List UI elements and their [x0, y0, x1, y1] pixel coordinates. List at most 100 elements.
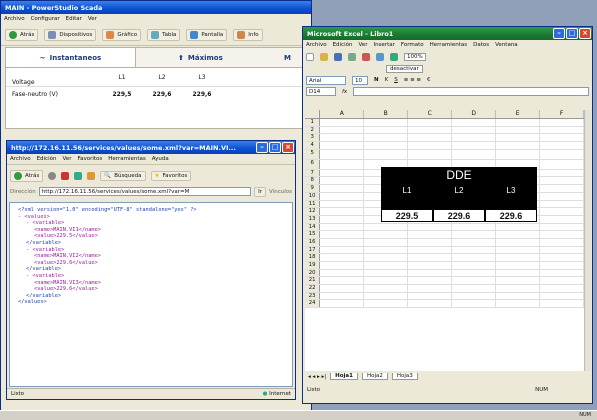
- cell[interactable]: [364, 126, 409, 134]
- cell[interactable]: [408, 119, 453, 126]
- menu-insertar[interactable]: Insertar: [373, 42, 394, 48]
- sheet-nav-arrows[interactable]: ◂ ◂ ▸ ▸|: [308, 374, 326, 380]
- cell[interactable]: [540, 269, 584, 277]
- cell[interactable]: [452, 149, 497, 159]
- row-header[interactable]: 12: [305, 208, 321, 215]
- cell[interactable]: [496, 277, 541, 285]
- cell[interactable]: [320, 238, 365, 246]
- cell[interactable]: [320, 246, 365, 254]
- cell[interactable]: [496, 126, 541, 134]
- menu-edicion[interactable]: Edición: [333, 42, 353, 48]
- cell[interactable]: [320, 269, 365, 277]
- cell[interactable]: [452, 285, 497, 292]
- cell[interactable]: [496, 142, 541, 149]
- cell[interactable]: [540, 238, 584, 246]
- cell[interactable]: [364, 254, 409, 261]
- row-header[interactable]: 18: [305, 254, 321, 261]
- cell[interactable]: [320, 149, 365, 159]
- cell[interactable]: [496, 300, 541, 308]
- tab-instantaneos[interactable]: ∼ Instantaneos: [6, 48, 136, 67]
- cell[interactable]: [320, 254, 365, 261]
- cell[interactable]: [496, 292, 541, 300]
- row-header[interactable]: 16: [305, 238, 321, 246]
- cell[interactable]: [540, 169, 584, 177]
- excel-titlebar[interactable]: Microsoft Excel - Libro1 – □ ×: [303, 27, 592, 40]
- cell[interactable]: [452, 231, 497, 238]
- row-header[interactable]: 9: [305, 185, 321, 192]
- cell[interactable]: [540, 246, 584, 254]
- menu-herramientas[interactable]: Herramientas: [430, 42, 467, 48]
- cell[interactable]: [320, 134, 365, 142]
- save-icon[interactable]: [334, 52, 342, 61]
- cell[interactable]: [364, 119, 409, 126]
- row-header[interactable]: 23: [305, 292, 321, 300]
- go-button[interactable]: Ir: [254, 186, 266, 197]
- cell[interactable]: [452, 119, 497, 126]
- cell[interactable]: [408, 292, 453, 300]
- cell[interactable]: [452, 277, 497, 285]
- cell[interactable]: [408, 254, 453, 261]
- new-icon[interactable]: [306, 52, 314, 61]
- cell[interactable]: [364, 134, 409, 142]
- cell[interactable]: [496, 246, 541, 254]
- cell[interactable]: [320, 126, 365, 134]
- cut-icon[interactable]: [362, 52, 370, 61]
- row-header[interactable]: 21: [305, 277, 321, 285]
- menu-ver[interactable]: Ver: [62, 156, 71, 162]
- cell[interactable]: [540, 177, 584, 185]
- cell[interactable]: [540, 185, 584, 192]
- open-icon[interactable]: [320, 52, 328, 61]
- zoom-select[interactable]: 100%: [404, 52, 426, 61]
- cell[interactable]: [320, 142, 365, 149]
- cell[interactable]: [540, 142, 584, 149]
- cell[interactable]: [540, 200, 584, 208]
- cell[interactable]: [320, 200, 365, 208]
- forward-icon[interactable]: [48, 171, 57, 180]
- cell[interactable]: [320, 277, 365, 285]
- cell[interactable]: [540, 300, 584, 308]
- column-header[interactable]: C: [408, 110, 453, 118]
- cell[interactable]: [320, 262, 365, 269]
- euro-icon[interactable]: €: [427, 77, 431, 83]
- column-header[interactable]: B: [364, 110, 409, 118]
- row-header[interactable]: 17: [305, 246, 321, 254]
- cell[interactable]: [540, 231, 584, 238]
- cell[interactable]: [452, 126, 497, 134]
- cell[interactable]: [452, 292, 497, 300]
- cell[interactable]: [320, 215, 365, 223]
- dde-value-l2[interactable]: 229.6: [433, 209, 485, 222]
- font-size-select[interactable]: 10: [352, 75, 368, 85]
- minimize-button[interactable]: –: [553, 28, 565, 39]
- cell[interactable]: [320, 185, 365, 192]
- cell[interactable]: [364, 262, 409, 269]
- row-header[interactable]: 4: [305, 142, 321, 149]
- cell[interactable]: [496, 269, 541, 277]
- select-all-corner[interactable]: [305, 110, 321, 118]
- cell[interactable]: [496, 254, 541, 261]
- cell[interactable]: [496, 149, 541, 159]
- cell[interactable]: [320, 159, 365, 169]
- cell[interactable]: [540, 208, 584, 215]
- row-header[interactable]: 11: [305, 200, 321, 208]
- cell[interactable]: [320, 285, 365, 292]
- spreadsheet-grid[interactable]: ABCDEF 1 2 3 4 5 6 7 8 9 10 11 12 13 14 15 16 17 18 19 20 21…: [305, 110, 584, 371]
- menu-archivo[interactable]: Archivo: [10, 156, 31, 162]
- underline-icon[interactable]: S: [394, 77, 398, 83]
- italic-icon[interactable]: K: [385, 77, 389, 83]
- minimize-button[interactable]: –: [256, 142, 268, 153]
- cell[interactable]: [408, 300, 453, 308]
- cell[interactable]: [540, 149, 584, 159]
- cell[interactable]: [364, 269, 409, 277]
- row-header[interactable]: 20: [305, 269, 321, 277]
- row-header[interactable]: 10: [305, 192, 321, 200]
- cell[interactable]: [408, 238, 453, 246]
- cell[interactable]: [496, 285, 541, 292]
- print-icon[interactable]: [348, 52, 356, 61]
- font-select[interactable]: Arial: [306, 75, 346, 85]
- cell[interactable]: [452, 246, 497, 254]
- cell[interactable]: [540, 277, 584, 285]
- security-select[interactable]: desactivar: [386, 64, 423, 73]
- cell[interactable]: [540, 223, 584, 231]
- cell[interactable]: [540, 134, 584, 142]
- align-icons[interactable]: ≡ ≡ ≡: [404, 77, 421, 83]
